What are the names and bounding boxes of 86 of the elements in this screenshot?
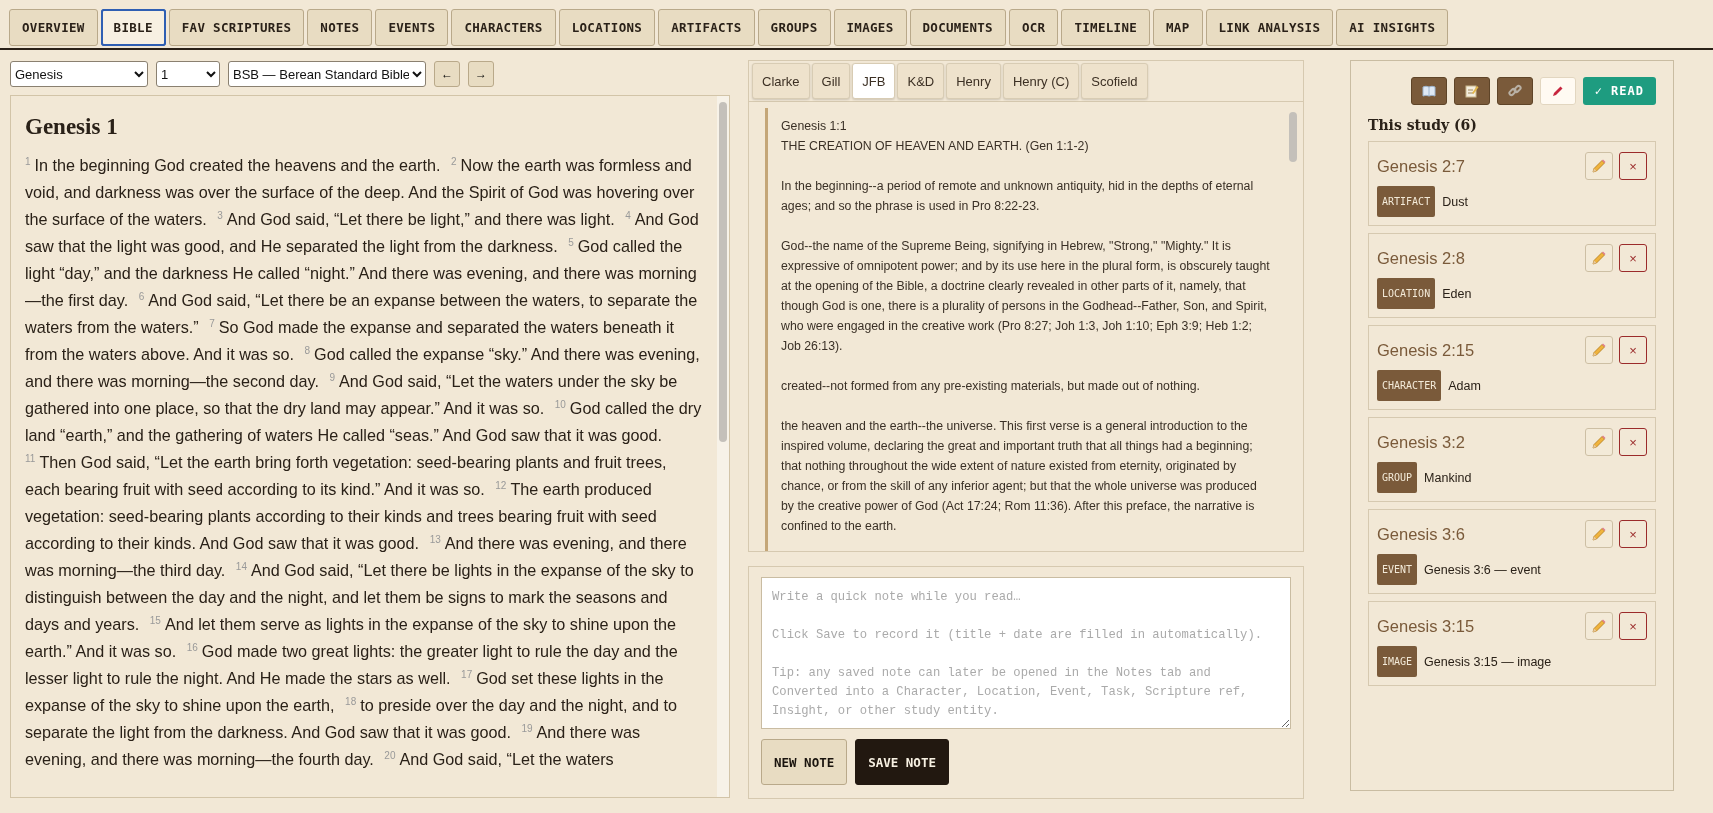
commentary-paragraph: the heaven and the earth--the universe. This first verse is a general introduction to the inspired volume, declaring the great and important truth that all things had a beginning; that nothing throughout the wide extent of nature existed from eternity, originated by chance, or from the skill of any inferior agent; but that the whole universe was produced by the creative power of God (Act 17:24; Rom 11:36). After this preface, the narrative is confined to the earth. <box>781 418 1258 535</box>
pencil-icon <box>1591 434 1607 450</box>
commentary-tab[interactable]: Henry <box>946 63 1001 99</box>
edit-button[interactable] <box>1585 428 1613 456</box>
nav-tab[interactable]: EVENTS <box>375 9 449 46</box>
item-reference: Genesis 2:8 <box>1377 248 1466 268</box>
type-tag: ARTIFACT <box>1377 186 1436 217</box>
delete-button[interactable]: × <box>1619 244 1647 272</box>
delete-button[interactable]: × <box>1619 336 1647 364</box>
chain-link-icon <box>1507 84 1522 98</box>
commentary-paragraph: God--the name of the Supreme Being, signifying in Hebrew, "Strong," "Mighty." It is expressive of omnipotent power; and by its use here in the plural form, is obscurely taught at the opening of the Bible, a doctrine clearly revealed in other parts of it, namely, that though God is one, there is a plurality of persons in the Godhead--Father, Son, and Spirit, who were engaged in the creative work (Pro 8:27; Joh 1:3, Joh 1:10; Eph 3:9; Heb 1:2; Job 26:13). <box>781 238 1271 355</box>
commentary-tab[interactable]: K&D <box>897 63 945 99</box>
chapter-title: Genesis 1 <box>25 114 119 140</box>
nav-tab[interactable]: OCR <box>1008 9 1059 46</box>
type-tag: GROUP <box>1377 462 1418 493</box>
item-label: Dust <box>1442 194 1468 209</box>
nav-tab[interactable]: MAP <box>1153 9 1203 46</box>
item-label: Mankind <box>1424 470 1472 485</box>
book-button[interactable] <box>1410 77 1447 105</box>
type-tag: IMAGE <box>1377 646 1418 677</box>
nav-tab[interactable]: CHARACTERS <box>451 9 556 46</box>
commentary-tab[interactable]: Henry (C) <box>1002 63 1080 99</box>
study-heading: This study (6) <box>1368 117 1478 133</box>
nav-tab[interactable]: IMAGES <box>833 9 907 46</box>
delete-button[interactable]: × <box>1619 428 1647 456</box>
pen-icon <box>1551 84 1565 98</box>
commentary-reference: Genesis 1:1 <box>781 118 848 135</box>
nav-tab[interactable]: LOCATIONS <box>558 9 656 46</box>
item-reference: Genesis 3:2 <box>1377 432 1466 452</box>
edit-button[interactable] <box>1585 336 1613 364</box>
new-note-button[interactable]: NEW NOTE <box>761 739 848 785</box>
item-label: Genesis 3:6 — event <box>1424 562 1541 577</box>
commentary-tab[interactable]: Scofield <box>1081 63 1148 99</box>
book-select[interactable]: Genesis <box>10 61 148 87</box>
previous-chapter-button[interactable]: ← <box>434 61 460 87</box>
item-label: Adam <box>1448 378 1481 393</box>
passage-text: $^{1}$ In the beginning God created the heavens and the earth. $^{2}$ Now the earth was formless and void, and darkness was over the surface of the deep. And the Spirit of God was hovering over the surface of the waters. $^{3}$ And God said, “Let there be light,” and there was light. $^{4}$ And God saw that the light was good, and He separated the light from the darkness. $^{5}$ God called the light “day,” and the darkness He called “night.” And there was evening, and there was morning—the first day. $^{6}$ And God said, “Let there be an expanse between the waters, to separate the waters from the waters.” $^{7}$ So God made the expanse and separated the waters beneath it from the waters above. And it was so. $^{8}$ God called the expanse “sky.” And there was evening, and there was morning—the second day. $^{9}$ And God said, “Let the waters under the sky be gathered into one place, so that the dry land may appear.” And it was so. $^{10}$ God called the dry land “earth,” and the gathering of waters He called “seas.” And God saw that it was good. $^{11}$ Then God said, “Let the earth bring forth vegetation: seed-bearing plants and fruit trees, each bearing fruit with seed according to its kind.” And it was so. $^{12}$ The earth produced vegetation: seed-bearing plants according to their kinds and trees bearing fruit with seed according to their kinds. And God saw that it was good. $^{13}$ And there was evening, and there was morning—the third day. $^{14}$ And God said, “Let there be lights in the expanse of the sky to distinguish between the day and the night, and let them be signs to mark the seasons and days and years. $^{15}$ And let them serve as lights in the expanse of the sky to shine upon the earth.” And it was so. $^{16}$ God made two great lights: the greater light to rule the day and the lesser light to rule the night. And He made the stars as well. $^{17}$ God set these lights in the expanse of the sky to shine upon the earth, $^{18}$ to preside over the day and the night, and to separate the light from the darkness. And God saw that it was good. $^{19}$ And there was evening, and there was morning—the fourth day. $^{20}$ And God said, “Let the waters <box>25 155 703 770</box>
pencil-icon <box>1591 526 1607 542</box>
commentary-heading: THE CREATION OF HEAVEN AND EARTH. (Gen 1:1-2) <box>781 138 1090 155</box>
type-tag: EVENT <box>1377 554 1418 585</box>
type-tag: LOCATION <box>1377 278 1436 309</box>
commentary-tab[interactable]: Gill <box>811 63 851 99</box>
pencil-icon <box>1591 250 1607 266</box>
edit-button[interactable] <box>1585 152 1613 180</box>
edit-button[interactable] <box>1585 612 1613 640</box>
edit-button[interactable] <box>1585 520 1613 548</box>
translation-select[interactable]: BSB — Berean Standard Bible <box>228 61 426 87</box>
item-label: Eden <box>1442 286 1472 301</box>
nav-tab[interactable]: OVERVIEW <box>9 9 98 46</box>
commentary-tab[interactable]: JFB <box>852 63 896 99</box>
item-reference: Genesis 3:6 <box>1377 524 1466 544</box>
delete-button[interactable]: × <box>1619 612 1647 640</box>
nav-tab[interactable]: GROUPS <box>757 9 831 46</box>
note-input-field[interactable]: Write a quick note while you read… Click Save to record it (title + date are filled in automatically). Tip: any saved note can later be opened in the Notes tab and Converted into a Character, Location, Event, Task, Scripture ref, Insight, or other study entity. <box>761 577 1291 729</box>
item-reference: Genesis 2:7 <box>1377 156 1466 176</box>
item-reference: Genesis 2:15 <box>1377 340 1475 360</box>
nav-tab[interactable]: AI INSIGHTS <box>1336 9 1449 46</box>
book-icon <box>1421 85 1436 97</box>
commentary-paragraph: In the beginning--a period of remote and unknown antiquity, hid in the depths of eternal ages; and so the phrase is used in Pro 8:22-23. <box>781 178 1255 215</box>
link-button[interactable] <box>1496 77 1533 105</box>
pencil-icon <box>1591 158 1607 174</box>
pen-button[interactable] <box>1539 77 1576 105</box>
notepad-icon <box>1464 84 1479 98</box>
type-tag: CHARACTER <box>1377 370 1442 401</box>
chapter-select[interactable]: 1 <box>156 61 220 87</box>
note-button[interactable] <box>1453 77 1490 105</box>
scrollbar-thumb[interactable] <box>719 102 727 442</box>
next-chapter-button[interactable]: → <box>468 61 494 87</box>
nav-tab[interactable]: NOTES <box>307 9 373 46</box>
item-reference: Genesis 3:15 <box>1377 616 1475 636</box>
nav-tab[interactable]: TIMELINE <box>1061 9 1151 46</box>
nav-tab[interactable]: ARTIFACTS <box>658 9 755 46</box>
commentary-paragraph: created--not formed from any pre-existing materials, but made out of nothing. <box>781 378 1201 395</box>
pencil-icon <box>1591 618 1607 634</box>
nav-tab[interactable]: DOCUMENTS <box>909 9 1006 46</box>
scrollbar-thumb[interactable] <box>1289 112 1297 162</box>
nav-tab[interactable]: FAV SCRIPTURES <box>168 9 305 46</box>
delete-button[interactable]: × <box>1619 520 1647 548</box>
commentary-tab[interactable]: Clarke <box>752 63 810 99</box>
pencil-icon <box>1591 342 1607 358</box>
save-note-button[interactable]: SAVE NOTE <box>855 739 949 785</box>
item-label: Genesis 3:15 — image <box>1424 654 1552 669</box>
delete-button[interactable]: × <box>1619 152 1647 180</box>
nav-tab[interactable]: BIBLE <box>100 9 166 46</box>
nav-tab[interactable]: LINK ANALYSIS <box>1205 9 1334 46</box>
edit-button[interactable] <box>1585 244 1613 272</box>
